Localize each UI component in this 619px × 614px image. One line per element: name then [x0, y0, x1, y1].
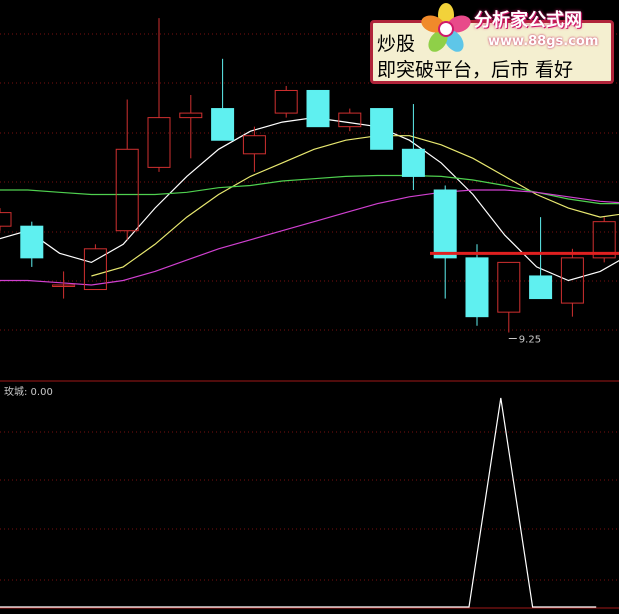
- annotation-line-1: 炒股: [377, 33, 416, 55]
- candle-body: [497, 261, 521, 313]
- moving-average-line: [0, 174, 619, 205]
- candle-body: [179, 112, 203, 119]
- candle-body: [465, 257, 489, 318]
- moving-average-line: [91, 135, 619, 277]
- moving-average-line: [0, 189, 619, 286]
- moving-average-line: [0, 116, 619, 282]
- indicator-panel: [0, 397, 597, 608]
- candle-body: [529, 275, 553, 300]
- candle-body: [338, 112, 362, 128]
- candle-body: [20, 225, 44, 259]
- indicator-label: 玫城: 0.00: [4, 387, 53, 398]
- candle-body: [211, 108, 235, 141]
- low-marker-label: 9.25: [519, 335, 541, 346]
- candle-body: [274, 89, 298, 114]
- watermark-title: 分析家公式网: [474, 10, 582, 31]
- watermark: 分析家公式网 www.88gs.com: [418, 0, 618, 58]
- candle-body: [560, 257, 584, 304]
- candle-body: [306, 89, 330, 128]
- flower-logo-icon: [421, 3, 471, 52]
- candle-body: [370, 108, 394, 150]
- candle-body: [0, 212, 12, 227]
- candle-body: [147, 117, 171, 168]
- indicator-line: [0, 397, 597, 608]
- annotation-line-2: 即突破平台，后市 看好: [377, 59, 574, 81]
- low-marker: 9.25: [508, 335, 541, 346]
- candle-body: [115, 148, 139, 232]
- candle-body: [401, 148, 425, 177]
- candle-body: [242, 135, 266, 155]
- watermark-url: www.88gs.com: [488, 34, 599, 49]
- candle-body: [433, 189, 457, 259]
- moving-averages: [0, 116, 619, 286]
- stock-chart: 9.25: [0, 18, 619, 609]
